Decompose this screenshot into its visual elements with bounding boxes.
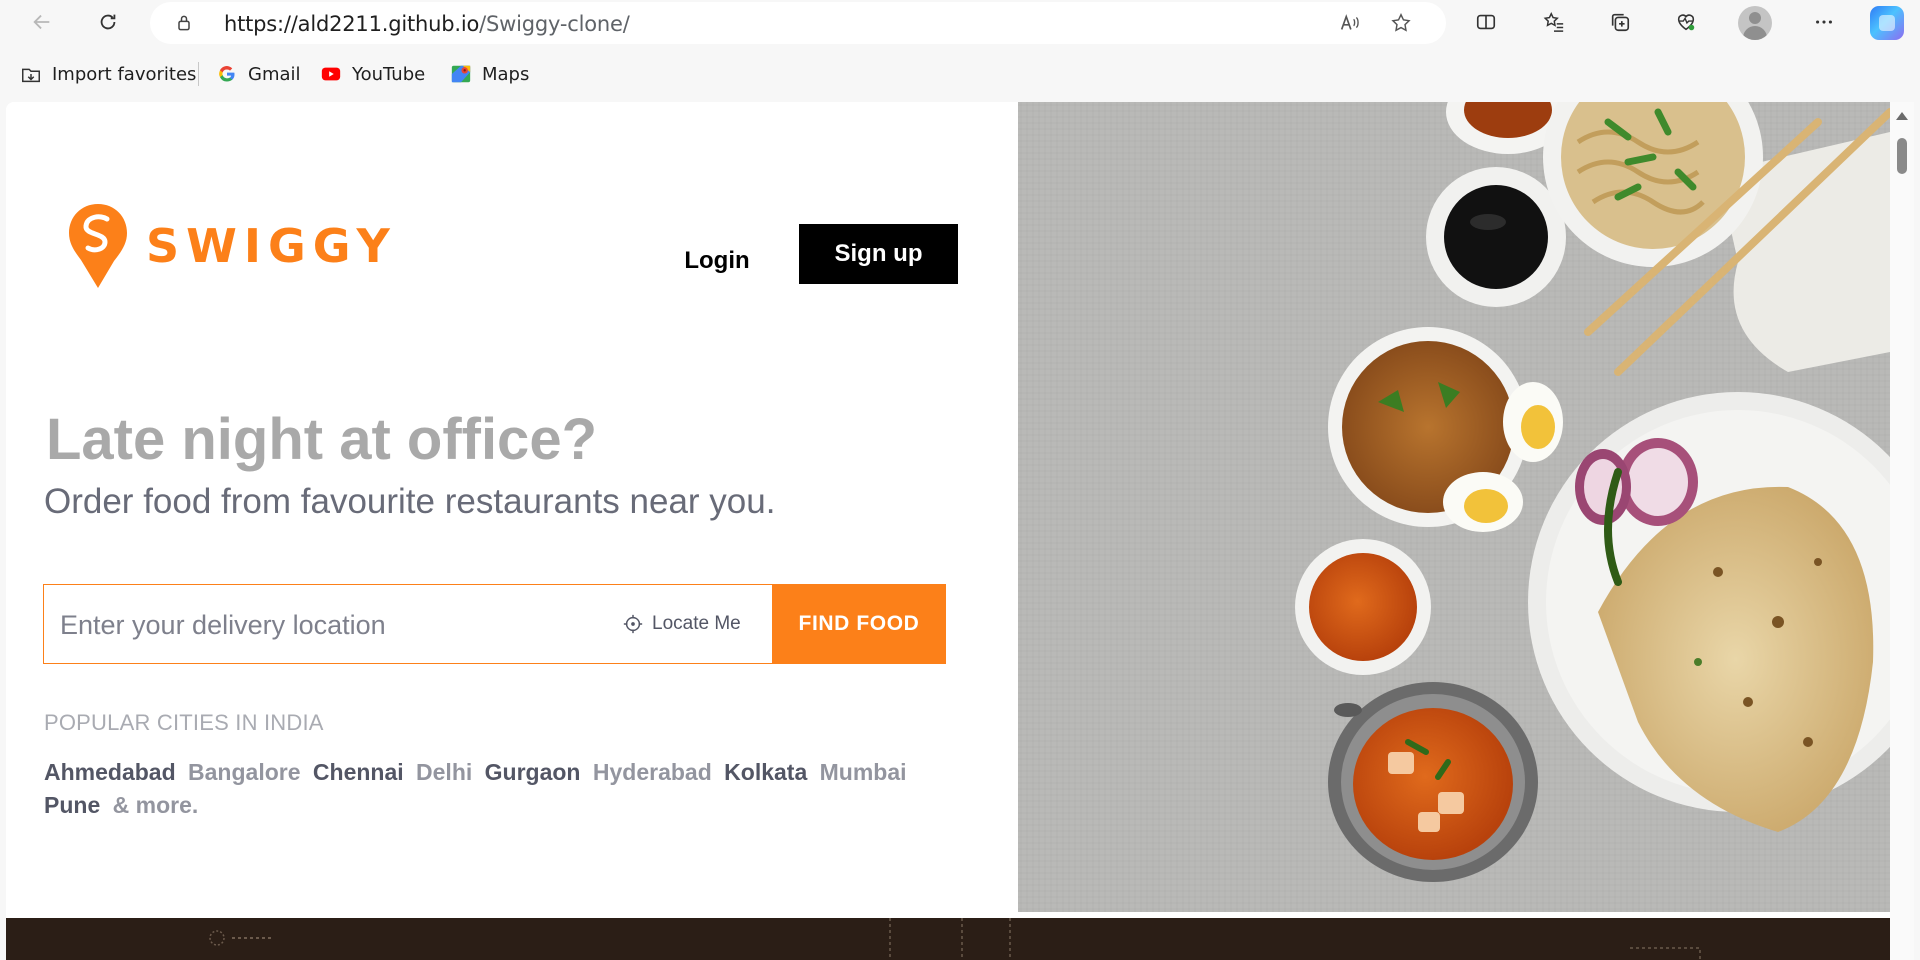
split-screen-button[interactable] (1468, 4, 1504, 40)
refresh-button[interactable] (90, 4, 126, 40)
food-illustration (1018, 102, 1890, 912)
avatar-body (1743, 26, 1767, 40)
youtube-icon (320, 63, 342, 85)
heart-pulse-icon (1677, 14, 1695, 31)
hero-food-image (1018, 102, 1890, 912)
footer-decoration (209, 918, 1701, 960)
favorites-divider (198, 62, 199, 86)
city-link-hyderabad[interactable]: Hyderabad (593, 759, 712, 785)
google-icon (216, 63, 238, 85)
logo-wordmark: SWIGGY (146, 219, 397, 273)
fav-import-favorites[interactable]: Import favorites (20, 54, 196, 94)
back-arrow-icon (33, 14, 50, 30)
city-link-bangalore[interactable]: Bangalore (188, 759, 300, 785)
url-host: https://ald2211.github.io (224, 12, 480, 36)
city-link-mumbai[interactable]: Mumbai (820, 759, 907, 785)
hero-subline: Order food from favourite restaurants ne… (44, 482, 776, 521)
page-viewport: SWIGGY Login Sign up Late night at offic… (6, 102, 1890, 960)
scrollbar-thumb[interactable] (1897, 138, 1907, 174)
favorite-star-icon[interactable] (1390, 12, 1412, 34)
find-food-button[interactable]: FIND FOOD (772, 584, 946, 664)
address-bar[interactable]: https://ald2211.github.io/Swiggy-clone/ (150, 2, 1446, 44)
scroll-up-arrow-icon[interactable] (1896, 112, 1908, 120)
favorites-button[interactable] (1536, 4, 1572, 40)
swiggy-logo[interactable]: SWIGGY (66, 202, 397, 290)
browser-toolbar: https://ald2211.github.io/Swiggy-clone/ (0, 0, 1920, 46)
url-text[interactable]: https://ald2211.github.io/Swiggy-clone/ (224, 12, 630, 36)
more-dots-icon (1816, 20, 1832, 24)
fav-label: Maps (482, 63, 530, 85)
city-link-chennai[interactable]: Chennai (313, 759, 404, 785)
browser-essentials-button[interactable] (1668, 4, 1704, 40)
refresh-icon (100, 14, 116, 30)
popular-cities-title: POPULAR CITIES IN INDIA (44, 710, 324, 735)
favorites-bar: Import favorites Gmail YouTube Maps (0, 54, 1920, 94)
avatar-head (1749, 12, 1761, 24)
lock-icon (178, 15, 190, 31)
hero-headline: Late night at office? (46, 407, 597, 472)
copilot-icon[interactable] (1870, 6, 1904, 40)
fav-label: Import favorites (52, 63, 197, 85)
city-link-kolkata[interactable]: Kolkata (724, 759, 807, 785)
locate-me-label: Locate Me (652, 613, 741, 634)
signup-button[interactable]: Sign up (799, 224, 958, 284)
maps-icon (450, 63, 472, 85)
city-link-ahmedabad[interactable]: Ahmedabad (44, 759, 176, 785)
settings-more-button[interactable] (1806, 4, 1842, 40)
city-link-pune[interactable]: Pune (44, 792, 100, 818)
split-screen-icon (1476, 14, 1496, 30)
page-scrollbar[interactable] (1890, 102, 1914, 960)
url-path: /Swiggy-clone/ (479, 12, 630, 36)
locate-me-button[interactable]: Locate Me (622, 613, 741, 635)
collections-button[interactable] (1602, 4, 1638, 40)
read-aloud-icon[interactable] (1338, 12, 1360, 34)
fav-label: Gmail (248, 63, 301, 85)
swiggy-pin-icon (69, 204, 127, 288)
popular-cities-list: Ahmedabad Bangalore Chennai Delhi Gurgao… (44, 756, 924, 822)
fav-label: YouTube (352, 63, 426, 85)
login-button[interactable]: Login (662, 236, 772, 286)
profile-avatar[interactable] (1738, 6, 1772, 40)
crosshair-icon (623, 614, 643, 634)
favorites-list-icon (1543, 12, 1564, 32)
city-link-delhi[interactable]: Delhi (416, 759, 472, 785)
landing-left-panel: SWIGGY Login Sign up Late night at offic… (6, 102, 1018, 914)
fav-youtube[interactable]: YouTube (320, 54, 425, 94)
footer-band (6, 918, 1890, 960)
import-favorites-icon (20, 63, 42, 85)
fav-gmail[interactable]: Gmail (216, 54, 301, 94)
city-link-more[interactable]: & more. (113, 792, 199, 818)
city-link-gurgaon[interactable]: Gurgaon (485, 759, 581, 785)
fav-maps[interactable]: Maps (450, 54, 529, 94)
back-button[interactable] (24, 4, 60, 40)
collections-icon (1611, 13, 1630, 32)
location-search-box: Locate Me (43, 584, 776, 664)
delivery-location-input[interactable] (58, 603, 582, 647)
